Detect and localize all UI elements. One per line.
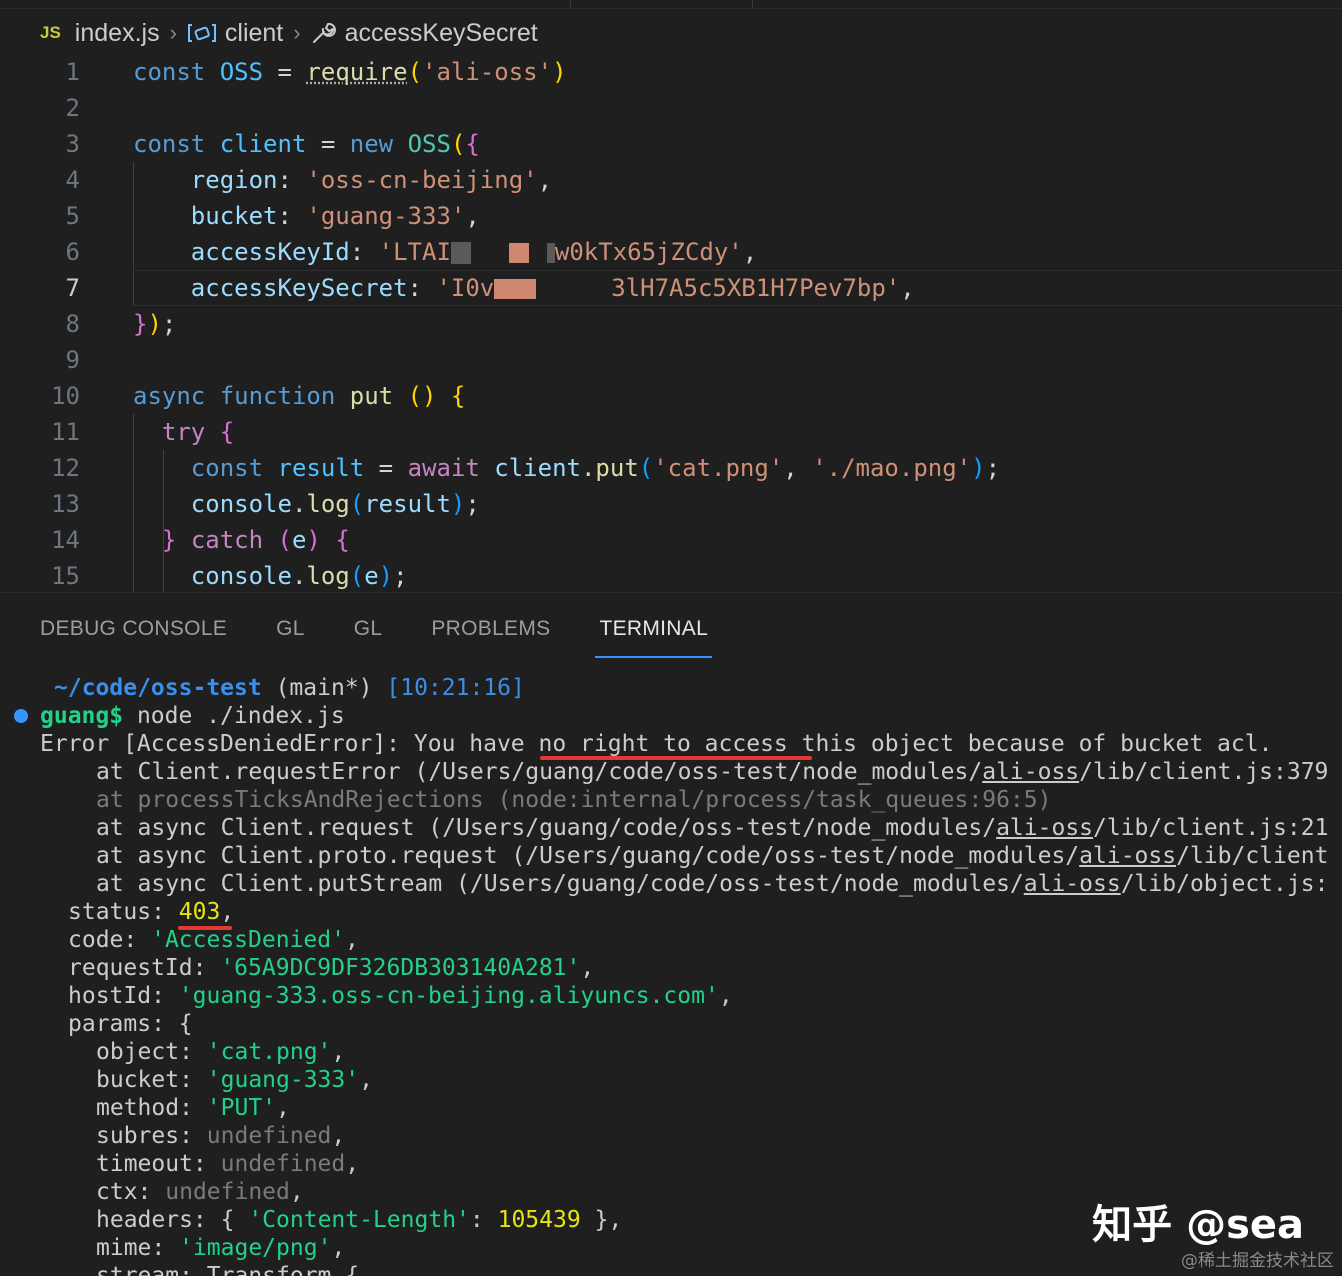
redaction-block <box>494 279 537 299</box>
code-line: 8}); <box>65 310 177 338</box>
javascript-file-icon: JS <box>40 23 61 42</box>
variable-icon <box>187 22 217 44</box>
code-line: 11 try { <box>51 418 235 446</box>
stack-frame: at async Client.request (/Users/guang/co… <box>96 815 1329 841</box>
breadcrumb-file[interactable]: index.js <box>75 19 160 48</box>
terminal-command-line: guang$ node ./index.js <box>40 703 345 729</box>
host-id-line: hostId: 'guang-333.oss-cn-beijing.aliyun… <box>68 983 733 1009</box>
panel-tabs: DEBUG CONSOLE GL GL PROBLEMS TERMINAL <box>40 600 757 660</box>
panel-divider <box>0 592 1342 593</box>
status-line: status: 403, <box>68 899 235 925</box>
wrench-icon <box>311 20 337 46</box>
code-line: 13 console.log(result); <box>51 490 480 518</box>
params-stream-line: stream: Transform { <box>96 1263 360 1276</box>
annotation-underline <box>540 756 812 760</box>
params-line: params: { <box>68 1011 193 1037</box>
annotation-underline <box>178 926 232 930</box>
chevron-right-icon: › <box>169 20 177 45</box>
terminal-prompt-info: ~/code/oss-test (main*) [10:21:16] <box>54 675 525 701</box>
code-line: 12 const result = await client.put('cat.… <box>51 454 1001 482</box>
breadcrumb-client[interactable]: client <box>225 19 283 48</box>
breadcrumb-access-key-secret[interactable]: accessKeySecret <box>345 19 538 48</box>
redaction-block <box>450 242 471 264</box>
code-editor[interactable]: 1 const OSS = require('ali-oss') 2 3 const… <box>0 54 1342 592</box>
tab-debug-console[interactable]: DEBUG CONSOLE <box>40 600 227 660</box>
code-line: 10 async function put () { <box>51 382 466 410</box>
stack-frame: at async Client.putStream (/Users/guang/… <box>96 871 1329 897</box>
code-line-output: code: 'AccessDenied', <box>68 927 359 953</box>
params-bucket-line: bucket: 'guang-333', <box>96 1067 373 1093</box>
redaction-block <box>508 243 529 263</box>
tab-gl-2[interactable]: GL <box>354 600 383 660</box>
params-timeout-line: timeout: undefined, <box>96 1151 360 1177</box>
redaction-block <box>546 243 555 263</box>
params-mime-line: mime: 'image/png', <box>96 1235 346 1261</box>
code-line: 14 } catch (e) { <box>51 526 350 554</box>
params-ctx-line: ctx: undefined, <box>96 1179 304 1205</box>
code-line: 15 console.log(e); <box>51 562 408 590</box>
code-line: 3 const client = new OSS({ <box>65 130 480 158</box>
code-line: 2 <box>65 94 80 122</box>
terminal-error-line: Error [AccessDeniedError]: You have no r… <box>40 731 1273 757</box>
code-line-active: 7 accessKeySecret: 'I0v 3lH7A5c5XB1H7Pev7… <box>0 270 1342 306</box>
code-line: 9 <box>65 346 80 374</box>
watermark-sub: @稀土掘金技术社区 <box>1181 1251 1334 1271</box>
stack-frame: at async Client.proto.request (/Users/gu… <box>96 843 1329 869</box>
code-line: 6 accessKeyId: 'LTAI w0kTx65jZCdy', <box>65 238 758 266</box>
terminal-output[interactable]: ~/code/oss-test (main*) [10:21:16] guang… <box>0 674 1342 1276</box>
params-subres-line: subres: undefined, <box>96 1123 346 1149</box>
tab-problems[interactable]: PROBLEMS <box>431 600 550 660</box>
chevron-right-icon: › <box>293 20 301 45</box>
top-divider <box>0 0 1342 9</box>
watermark: 知乎 @sea <box>1092 1202 1304 1248</box>
tab-terminal[interactable]: TERMINAL <box>595 600 712 660</box>
breadcrumb: JS index.js › client › accessKeySecret <box>40 14 538 52</box>
params-object-line: object: 'cat.png', <box>96 1039 346 1065</box>
code-line: 4 region: 'oss-cn-beijing', <box>65 166 553 194</box>
code-line: 5 bucket: 'guang-333', <box>65 202 480 230</box>
params-headers-line: headers: { 'Content-Length': 105439 }, <box>96 1207 623 1233</box>
request-id-line: requestId: '65A9DC9DF326DB303140A281', <box>68 955 595 981</box>
stack-frame: at Client.requestError (/Users/guang/cod… <box>96 759 1329 785</box>
code-line: 1 const OSS = require('ali-oss') <box>65 58 567 86</box>
tab-gl-1[interactable]: GL <box>276 600 305 660</box>
params-method-line: method: 'PUT', <box>96 1095 290 1121</box>
stack-frame: at processTicksAndRejections (node:inter… <box>96 787 1052 813</box>
